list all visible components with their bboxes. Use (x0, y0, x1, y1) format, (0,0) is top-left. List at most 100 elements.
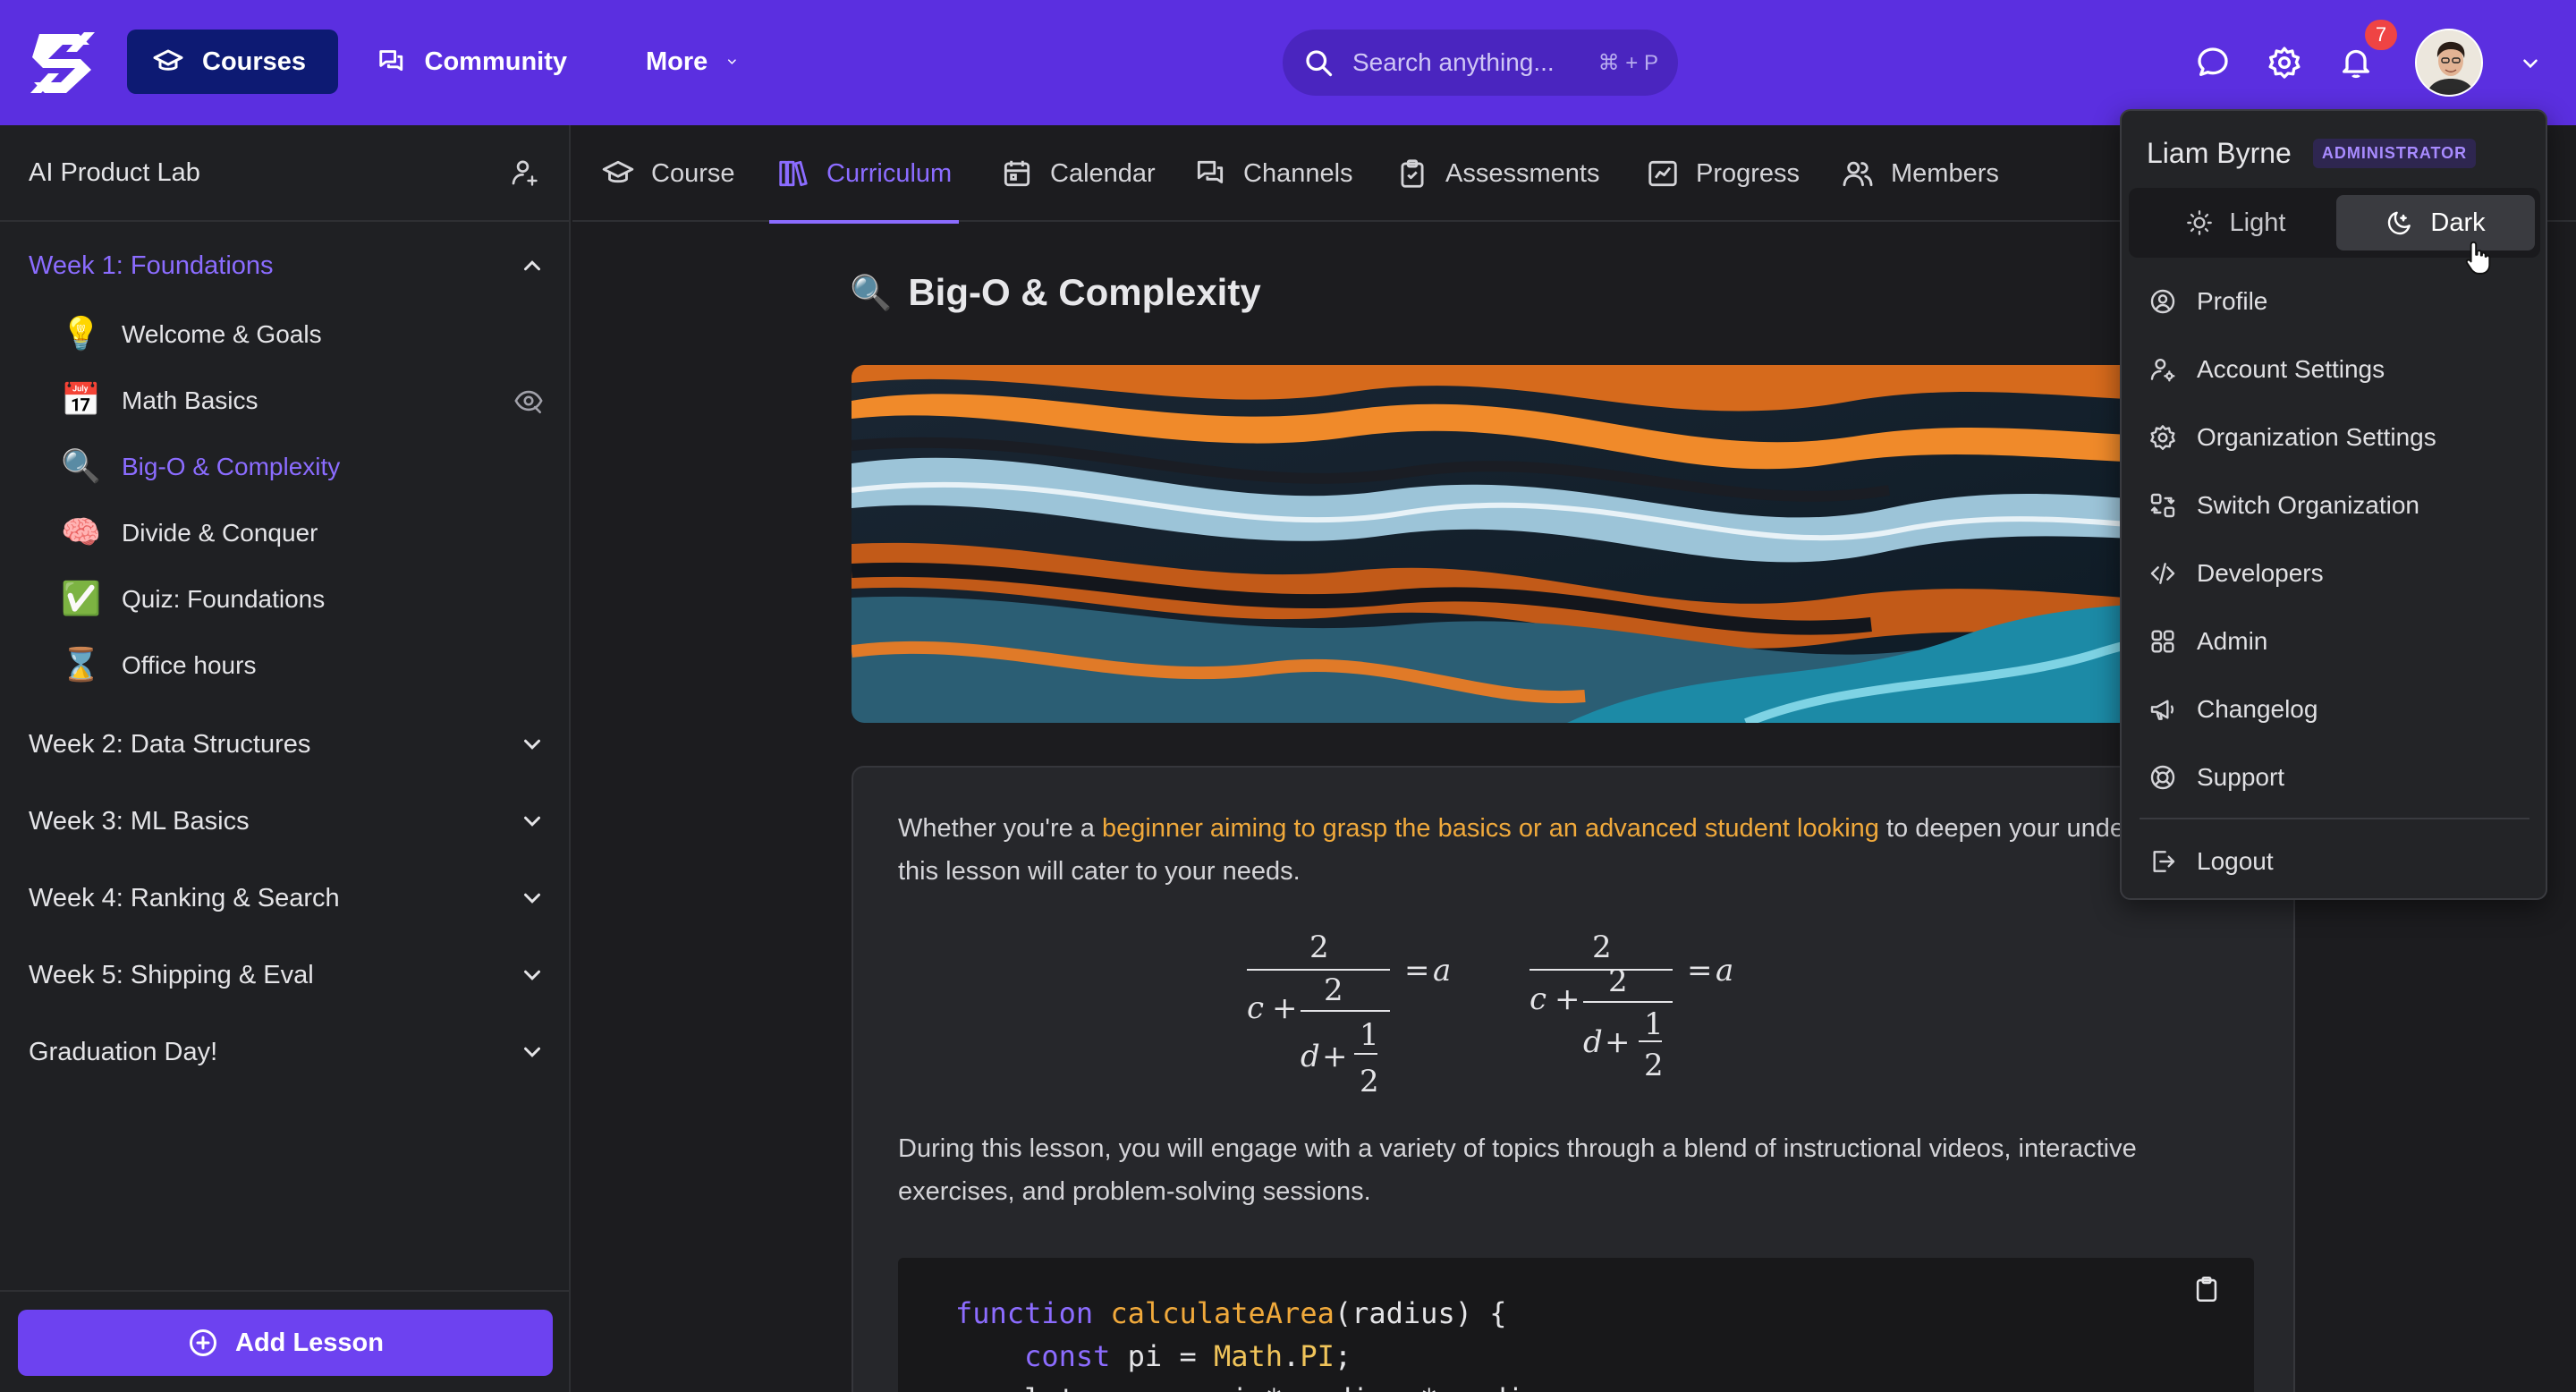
chat-bubbles-icon (379, 50, 403, 72)
svg-text:2: 2 (1360, 1064, 1379, 1099)
code-block[interactable]: function calculateArea(radius) { const p… (898, 1258, 2254, 1392)
menu-item-developers[interactable]: Developers (2148, 547, 2524, 599)
sidebar-footer: Add Lesson (0, 1290, 569, 1392)
person-settings-icon[interactable] (508, 157, 540, 189)
gear-icon[interactable] (2267, 45, 2302, 81)
lesson-office-hours[interactable]: ⌛ Office hours (61, 639, 544, 692)
menu-user-header: Liam Byrne ADMINISTRATOR (2147, 131, 2477, 175)
nav-community-button[interactable]: Community (351, 30, 592, 94)
intro-paragraph: Whether you're a beginner aiming to gras… (898, 807, 2258, 893)
svg-text:d: d (1583, 1024, 1603, 1060)
tab-course[interactable]: Course (601, 125, 735, 222)
menu-item-changelog[interactable]: Changelog (2148, 683, 2524, 735)
theme-dark-label: Dark (2430, 208, 2486, 237)
svg-text:1: 1 (1644, 1006, 1664, 1042)
tab-channels[interactable]: Channels (1193, 125, 1353, 222)
week-1-foundations[interactable]: Week 1: Foundations (29, 239, 546, 293)
menu-item-label: Changelog (2197, 695, 2318, 723)
intro-highlight: beginner aiming to grasp the basics or a… (1101, 814, 1879, 843)
code-line-1: function calculateArea(radius) { (955, 1292, 2254, 1335)
tab-label: Calendar (1050, 158, 1156, 188)
week-2-data-structures[interactable]: Week 2: Data Structures (29, 717, 546, 771)
chat-icon[interactable] (2195, 45, 2231, 81)
tab-calendar[interactable]: Calendar (1000, 125, 1156, 222)
menu-item-profile[interactable]: Profile (2148, 276, 2524, 327)
avatar[interactable] (2415, 29, 2483, 97)
nav-community-label: Community (424, 47, 568, 76)
hand-pointer-cursor-icon (2465, 241, 2491, 275)
bell-icon[interactable] (2338, 45, 2374, 81)
tab-members[interactable]: Members (1841, 125, 1999, 222)
nav-courses-button[interactable]: Courses (127, 30, 338, 94)
hourglass-icon: ⌛ (61, 647, 101, 683)
logout-icon (2153, 851, 2175, 872)
graduation-cap-icon (602, 160, 634, 183)
menu-item-label: Account Settings (2197, 355, 2385, 383)
menu-item-admin[interactable]: Admin (2148, 615, 2524, 667)
graduation-day[interactable]: Graduation Day! (29, 1025, 546, 1079)
menu-item-support[interactable]: Support (2148, 751, 2524, 803)
code-token: (radius) { (1334, 1296, 1507, 1330)
notification-badge: 7 (2365, 20, 2397, 50)
svg-text:a: a (1716, 953, 1733, 989)
nav-courses-label: Courses (202, 47, 307, 76)
week-label: Week 3: ML Basics (29, 806, 250, 836)
search-input[interactable]: Search anything... ⌘ + P (1283, 30, 1678, 96)
role-badge: ADMINISTRATOR (2312, 138, 2477, 168)
menu-item-logout[interactable]: Logout (2148, 836, 2524, 887)
code-token: calculateArea (1110, 1296, 1335, 1330)
sun-icon (2186, 210, 2212, 235)
svg-text:+: + (1272, 990, 1298, 1026)
lesson-welcome-goals[interactable]: 💡 Welcome & Goals (61, 308, 544, 361)
calendar-emoji-icon: 📅 (61, 382, 101, 419)
lesson-quiz-foundations[interactable]: ✅ Quiz: Foundations (61, 573, 544, 626)
page-title: 🔍 Big-O & Complexity (850, 265, 1261, 320)
week-4-ranking-search[interactable]: Week 4: Ranking & Search (29, 871, 546, 925)
body-paragraph: During this lesson, you will engage with… (898, 1134, 2137, 1206)
user-circle-icon (2150, 289, 2175, 314)
tab-label: Assessments (1445, 158, 1600, 188)
menu-item-label: Switch Organization (2197, 491, 2420, 519)
week-5-shipping-eval[interactable]: Week 5: Shipping & Eval (29, 948, 546, 1002)
gear-icon (2150, 425, 2175, 450)
user-name: Liam Byrne (2147, 136, 2292, 169)
theme-light-button[interactable]: Light (2136, 195, 2334, 250)
tab-progress[interactable]: Progress (1646, 125, 1800, 222)
lesson-math-basics[interactable]: 📅 Math Basics (61, 374, 544, 428)
theme-dark-button[interactable]: Dark (2336, 195, 2535, 250)
math-formula-continued-fractions: 2 c + 2 d + 1 2 = a 2 c + 2 d + 1 2 = a (1247, 929, 1733, 1099)
add-lesson-label: Add Lesson (235, 1328, 384, 1357)
code-token: ; (1334, 1339, 1352, 1373)
menu-item-label: Logout (2197, 847, 2274, 875)
account-chevron-down-icon[interactable] (2519, 52, 2542, 75)
curriculum-sidebar: AI Product Lab Week 1: Foundations 💡 Wel… (0, 125, 571, 1392)
top-bar: Courses Community More Search anything..… (0, 0, 2576, 125)
week-label: Week 5: Shipping & Eval (29, 960, 314, 989)
nav-more-button[interactable]: More (621, 30, 764, 94)
eye-hidden-icon[interactable] (513, 386, 544, 416)
sidebar-header: AI Product Lab (0, 125, 569, 222)
chevron-down-icon (524, 893, 540, 904)
code-token: pi = (1110, 1339, 1214, 1373)
week-3-ml-basics[interactable]: Week 3: ML Basics (29, 794, 546, 848)
users-icon (1843, 161, 1873, 187)
tab-assessments[interactable]: Assessments (1395, 125, 1599, 222)
moon-icon (2388, 211, 2411, 235)
svg-text:+: + (1555, 981, 1580, 1017)
add-lesson-button[interactable]: Add Lesson (18, 1310, 553, 1376)
lesson-divide-conquer[interactable]: 🧠 Divide & Conquer (61, 506, 544, 560)
app-logo-icon[interactable] (27, 29, 98, 97)
clipboard-copy-icon[interactable] (2191, 1274, 2222, 1304)
tab-curriculum[interactable]: Curriculum (768, 125, 960, 224)
code-icon (2150, 563, 2175, 584)
week-label: Graduation Day! (29, 1037, 218, 1066)
code-line-3: let area = pi * radius * radius; (955, 1378, 2254, 1392)
clipboard-check-icon (1401, 159, 1424, 188)
menu-item-account-settings[interactable]: Account Settings (2148, 344, 2524, 395)
lesson-label: Quiz: Foundations (122, 585, 326, 613)
lesson-big-o-complexity[interactable]: 🔍 Big-O & Complexity (61, 440, 544, 494)
menu-item-switch-organization[interactable]: Switch Organization (2148, 480, 2524, 531)
lesson-content-card: Whether you're a beginner aiming to gras… (852, 766, 2295, 1392)
menu-item-organization-settings[interactable]: Organization Settings (2148, 412, 2524, 463)
search-shortcut: ⌘ + P (1597, 50, 1658, 75)
